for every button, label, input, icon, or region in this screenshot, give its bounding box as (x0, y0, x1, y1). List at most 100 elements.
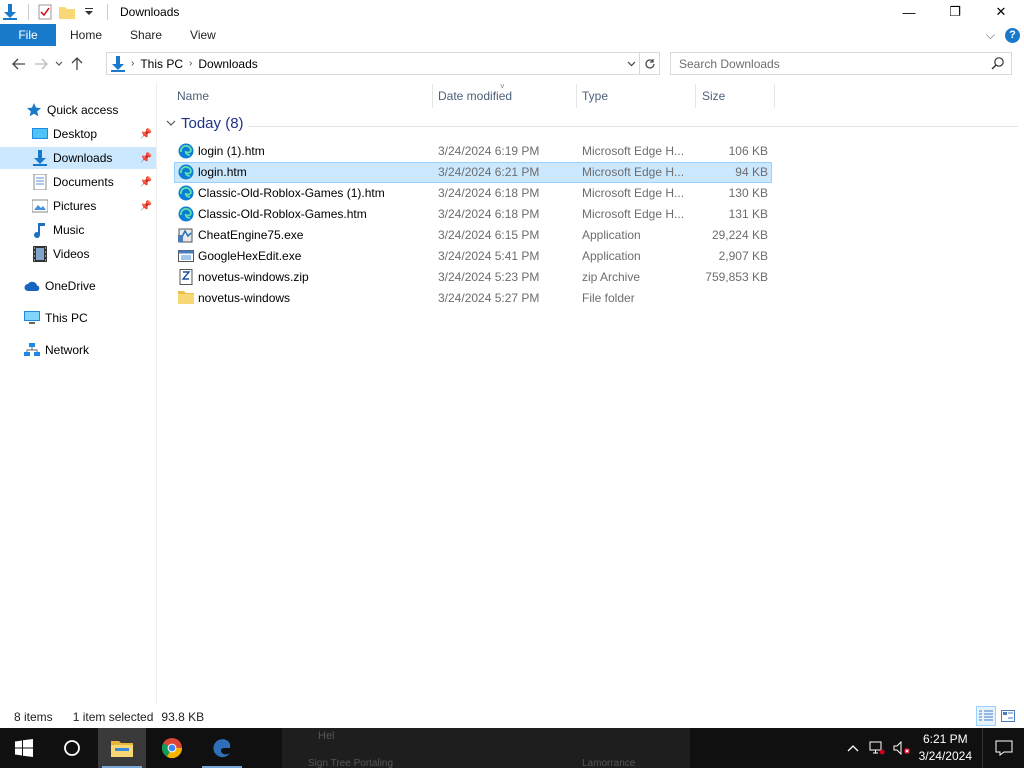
file-date: 3/24/2024 5:27 PM (438, 291, 540, 305)
refresh-icon[interactable] (640, 52, 660, 75)
clock[interactable]: 6:21 PM 3/24/2024 (919, 731, 972, 765)
volume-muted-icon[interactable] (893, 741, 911, 755)
pin-icon[interactable]: 📌 (140, 153, 152, 164)
taskbar: Hel Sign Tree Portaling Lamorrance 6:21 … (0, 728, 1024, 768)
selection-count: 1 item selected (72, 710, 154, 724)
restore-button[interactable]: ❐ (932, 0, 978, 24)
sidebar-item-this-pc[interactable]: This PC (0, 307, 156, 329)
file-row[interactable]: Classic-Old-Roblox-Games.htm 3/24/2024 6… (174, 204, 772, 225)
pane-divider[interactable] (156, 82, 157, 704)
search-placeholder: Search Downloads (679, 56, 780, 71)
minimize-button[interactable]: — (886, 0, 932, 24)
file-row[interactable]: Classic-Old-Roblox-Games (1).htm 3/24/20… (174, 183, 772, 204)
network-icon (24, 342, 40, 358)
file-name: login (1).htm (198, 144, 265, 158)
tab-home[interactable]: Home (56, 24, 116, 46)
chevron-right-icon[interactable]: › (131, 58, 134, 69)
tab-view[interactable]: View (176, 24, 230, 46)
network-status-icon[interactable] (869, 741, 885, 755)
file-date: 3/24/2024 6:15 PM (438, 228, 540, 242)
breadcrumb-this-pc[interactable]: This PC (140, 57, 183, 71)
up-arrow-icon[interactable] (66, 53, 88, 75)
sidebar-item-documents[interactable]: Documents 📌 (0, 171, 156, 193)
close-button[interactable]: ✕ (978, 0, 1024, 24)
address-bar[interactable]: › This PC › Downloads (106, 52, 640, 75)
search-input[interactable]: Search Downloads (670, 52, 1012, 75)
notification-center-icon[interactable] (982, 728, 1024, 768)
file-row[interactable]: GoogleHexEdit.exe 3/24/2024 5:41 PM Appl… (174, 246, 772, 267)
sidebar-item-downloads[interactable]: Downloads 📌 (0, 147, 156, 169)
file-type: Application (582, 228, 641, 242)
group-header-today[interactable]: Today (8) (166, 115, 244, 132)
sidebar-item-quick-access[interactable]: Quick access (0, 99, 156, 121)
file-date: 3/24/2024 5:23 PM (438, 270, 540, 284)
pin-icon[interactable]: 📌 (140, 129, 152, 140)
file-row-selected[interactable]: login.htm 3/24/2024 6:21 PM Microsoft Ed… (174, 162, 772, 183)
file-type: File folder (582, 291, 635, 305)
column-divider[interactable] (774, 84, 775, 108)
sidebar-item-network[interactable]: Network (0, 339, 156, 361)
column-header-date[interactable]: Date modified (438, 84, 512, 108)
file-row[interactable]: login (1).htm 3/24/2024 6:19 PM Microsof… (174, 141, 772, 162)
file-type: Microsoft Edge H... (582, 186, 685, 200)
file-name: novetus-windows (198, 291, 291, 305)
clock-date: 3/24/2024 (918, 749, 972, 763)
column-header-type[interactable]: Type (582, 84, 608, 108)
column-header-name[interactable]: Name (177, 84, 209, 108)
search-circle-icon[interactable] (48, 728, 96, 768)
file-date: 3/24/2024 6:18 PM (438, 207, 540, 221)
window-controls: — ❐ ✕ (886, 0, 1024, 24)
expand-ribbon-chevron-icon[interactable]: ⌵ (986, 28, 995, 43)
sidebar-item-pictures[interactable]: Pictures 📌 (0, 195, 156, 217)
download-arrow-icon (111, 55, 125, 72)
column-header-size[interactable]: Size (702, 84, 725, 108)
details-view-icon[interactable] (976, 706, 996, 726)
sidebar-item-videos[interactable]: Videos (0, 243, 156, 265)
title-bar: Downloads — ❐ ✕ (0, 0, 1024, 24)
tab-share[interactable]: Share (116, 24, 176, 46)
help-icon[interactable]: ? (1005, 27, 1020, 43)
folder-icon (178, 290, 194, 306)
sidebar-item-desktop[interactable]: Desktop 📌 (0, 123, 156, 145)
file-size: 29,224 KB (711, 228, 768, 242)
toolbar-separator (28, 4, 29, 20)
cloud-icon (24, 278, 40, 294)
sidebar-item-label: OneDrive (45, 279, 96, 293)
column-divider[interactable] (576, 84, 577, 108)
breadcrumb-downloads[interactable]: Downloads (198, 57, 257, 71)
tab-file[interactable]: File (0, 24, 56, 46)
taskbar-window-preview: Hel Sign Tree Portaling Lamorrance (282, 728, 690, 768)
sidebar-item-music[interactable]: Music (0, 219, 156, 241)
file-row[interactable]: CheatEngine75.exe 3/24/2024 6:15 PM Appl… (174, 225, 772, 246)
show-hidden-icons-chevron-icon[interactable] (847, 744, 859, 752)
chevron-right-icon[interactable]: › (189, 58, 192, 69)
back-arrow-icon[interactable] (8, 53, 30, 75)
download-arrow-icon[interactable] (2, 4, 18, 20)
preview-text: Hel (318, 730, 335, 742)
pin-icon[interactable]: 📌 (140, 201, 152, 212)
pin-icon[interactable]: 📌 (140, 177, 152, 188)
file-row[interactable]: novetus-windows.zip 3/24/2024 5:23 PM zi… (174, 267, 772, 288)
forward-arrow-icon[interactable] (30, 53, 52, 75)
column-divider[interactable] (695, 84, 696, 108)
file-row[interactable]: novetus-windows 3/24/2024 5:27 PM File f… (174, 288, 772, 309)
collapse-chevron-icon[interactable] (166, 120, 176, 127)
address-dropdown-chevron-icon[interactable] (623, 53, 639, 74)
column-divider[interactable] (432, 84, 433, 108)
new-folder-icon[interactable] (59, 4, 75, 20)
group-label: Today (8) (181, 115, 244, 132)
sidebar-item-label: Music (53, 223, 85, 237)
customize-toolbar-icon[interactable] (81, 4, 97, 20)
desktop-icon (32, 126, 48, 142)
chrome-icon[interactable] (148, 728, 196, 768)
properties-icon[interactable] (37, 4, 53, 20)
large-icons-view-icon[interactable] (998, 706, 1018, 726)
sidebar-item-label: Videos (53, 247, 90, 261)
quick-access-toolbar (0, 0, 114, 24)
sidebar-item-onedrive[interactable]: OneDrive (0, 275, 156, 297)
recent-locations-chevron-icon[interactable] (52, 53, 66, 75)
edge-taskbar-icon[interactable] (198, 728, 246, 768)
file-explorer-taskbar-icon[interactable] (98, 728, 146, 768)
file-size: 131 KB (728, 207, 768, 221)
start-button[interactable] (0, 728, 48, 768)
